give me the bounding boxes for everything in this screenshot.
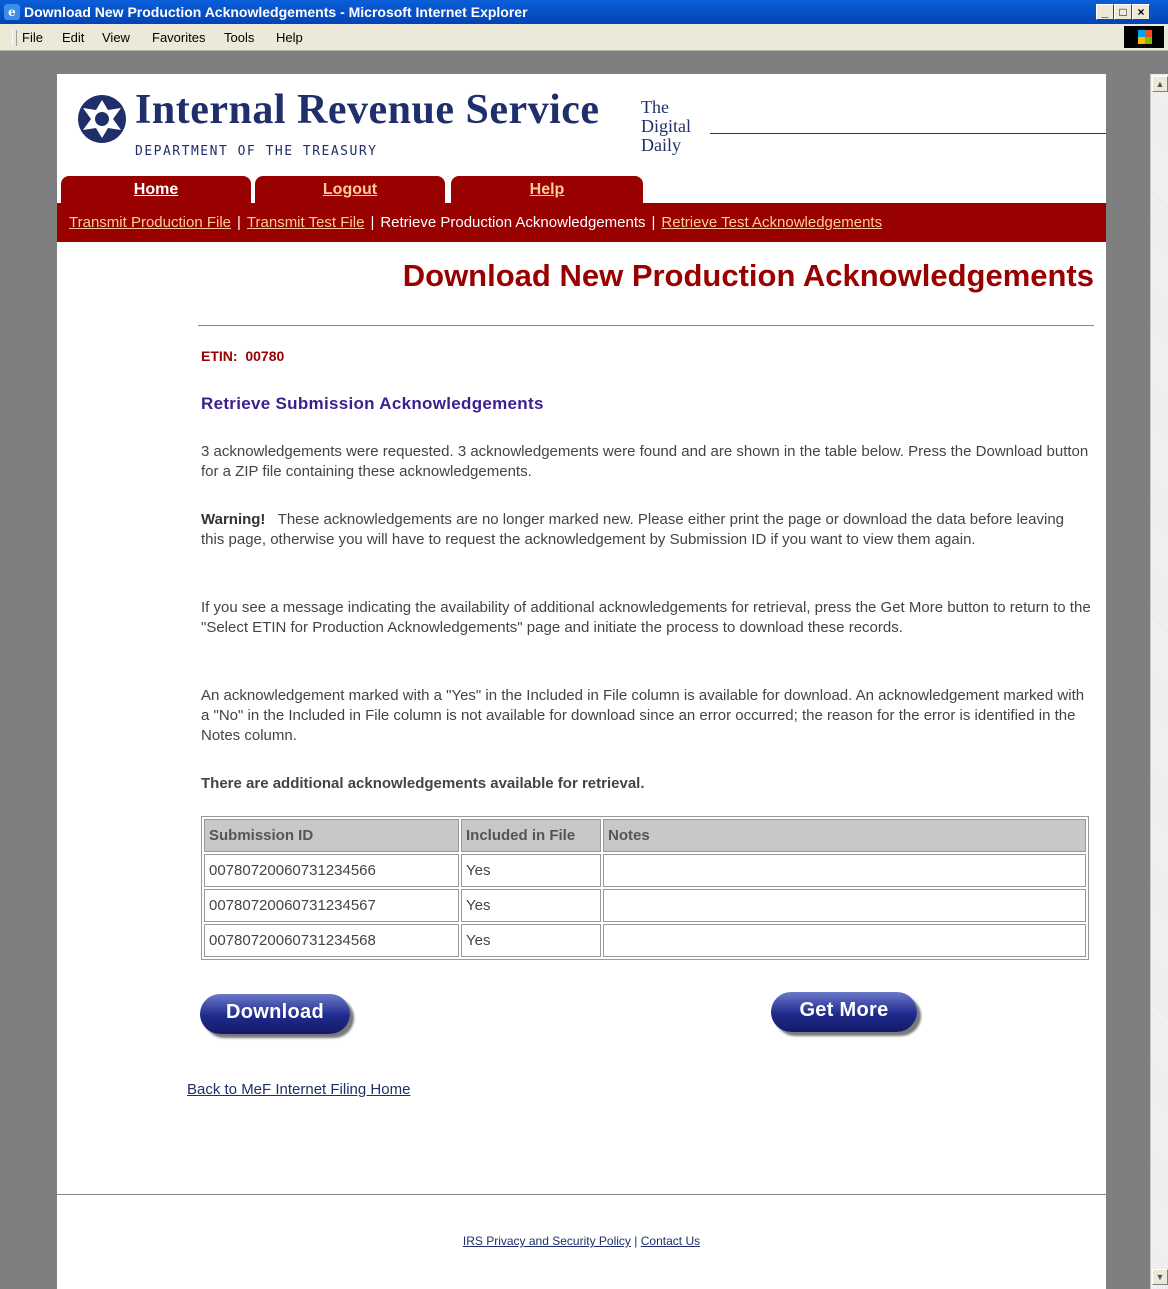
menu-file[interactable]: File [22,30,43,45]
tagline-daily: Daily [641,135,681,155]
included-in-file-explanation-text: An acknowledgement marked with a "Yes" i… [201,687,1085,744]
vertical-scrollbar[interactable]: ▲ ▼ [1150,74,1168,1289]
included-in-file-cell: Yes [461,854,601,887]
warning-label: Warning! [201,511,266,528]
subnav-retrieve-production-acknowledgements: Retrieve Production Acknowledgements [380,214,646,231]
subnav-separator: | [370,214,375,231]
subnav-separator: | [237,214,241,231]
tab-home[interactable]: Home [61,176,251,204]
contact-us-link[interactable]: Contact Us [641,1234,700,1248]
submission-id-cell: 00780720060731234567 [204,889,459,922]
maximize-button[interactable]: □ [1114,4,1132,20]
table-row: 00780720060731234567 Yes [204,889,1086,922]
section-title: Retrieve Submission Acknowledgements [201,394,544,413]
warning-body: These acknowledgements are no longer mar… [201,511,1065,548]
irs-title: Internal Revenue Service [135,87,600,133]
acknowledgements-table: Submission ID Included in File Notes 007… [201,816,1089,960]
request-summary-text: 3 acknowledgements were requested. 3 ack… [201,443,1089,480]
footer-separator: | [634,1234,638,1248]
column-header-included-in-file: Included in File [461,819,601,852]
sub-navigation: Transmit Production File | Transmit Test F… [57,204,1106,242]
subnav-transmit-test-file[interactable]: Transmit Test File [247,214,365,231]
subnav-transmit-production-file[interactable]: Transmit Production File [69,214,231,231]
minimize-button[interactable]: _ [1096,4,1114,20]
subnav-separator: | [651,214,656,231]
tagline-the: The [641,97,669,117]
department-subtitle: DEPARTMENT OF THE TREASURY [135,144,378,159]
scroll-down-arrow-icon[interactable]: ▼ [1152,1269,1168,1285]
menu-view[interactable]: View [102,30,130,45]
submission-id-cell: 00780720060731234568 [204,924,459,957]
menu-tools[interactable]: Tools [224,30,254,45]
additional-acknowledgements-notice: There are additional acknowledgements av… [201,775,645,792]
toolbar-grip [12,30,17,46]
header-rule [710,133,1106,134]
window-title-bar: e Download New Production Acknowledgemen… [0,0,1168,24]
tagline-digital: Digital [641,116,691,136]
subnav-retrieve-test-acknowledgements[interactable]: Retrieve Test Acknowledgements [661,214,882,231]
irs-eagle-logo-icon [78,95,126,143]
privacy-policy-link[interactable]: IRS Privacy and Security Policy [463,1234,631,1248]
digital-daily-tagline: The Digital Daily [641,98,691,155]
etin-label-text: ETIN: [201,348,238,364]
footer: IRS Privacy and Security Policy | Contac… [57,1234,1106,1248]
download-button[interactable]: Download [200,994,350,1034]
etin-value: 00780 [245,348,285,364]
viewport-top-margin [0,51,1168,74]
viewport-left-margin [0,51,57,1289]
menu-edit[interactable]: Edit [62,30,84,45]
notes-cell [603,889,1086,922]
close-button[interactable]: × [1132,4,1150,20]
menu-bar: File Edit View Favorites Tools Help [0,24,1168,51]
window-title: Download New Production Acknowledgements… [24,4,528,20]
title-divider [198,325,1094,326]
etin-label: ETIN: 00780 [201,348,284,364]
viewport-right-margin [1106,51,1150,1289]
notes-cell [603,854,1086,887]
column-header-notes: Notes [603,819,1086,852]
table-header-row: Submission ID Included in File Notes [204,819,1086,852]
tab-logout[interactable]: Logout [255,176,445,204]
web-page: Internal Revenue Service DEPARTMENT OF T… [57,74,1106,1289]
page-title: Download New Production Acknowledgements [402,258,1094,293]
get-more-instructions-text: If you see a message indicating the avai… [201,599,1091,636]
main-tabs: Home Logout Help [57,176,1106,205]
table-row: 00780720060731234566 Yes [204,854,1086,887]
internet-explorer-icon: e [4,4,20,20]
windows-logo-icon [1124,26,1164,48]
tab-help[interactable]: Help [451,176,643,204]
notes-cell [603,924,1086,957]
menu-favorites[interactable]: Favorites [152,30,205,45]
table-row: 00780720060731234568 Yes [204,924,1086,957]
back-to-home-link[interactable]: Back to MeF Internet Filing Home [187,1081,410,1098]
footer-divider [57,1194,1106,1195]
included-in-file-cell: Yes [461,924,601,957]
submission-id-cell: 00780720060731234566 [204,854,459,887]
menu-help[interactable]: Help [276,30,303,45]
column-header-submission-id: Submission ID [204,819,459,852]
included-in-file-cell: Yes [461,889,601,922]
warning-text: Warning! These acknowledgements are no l… [201,510,1091,550]
get-more-button[interactable]: Get More [771,992,917,1032]
scroll-up-arrow-icon[interactable]: ▲ [1152,76,1168,92]
